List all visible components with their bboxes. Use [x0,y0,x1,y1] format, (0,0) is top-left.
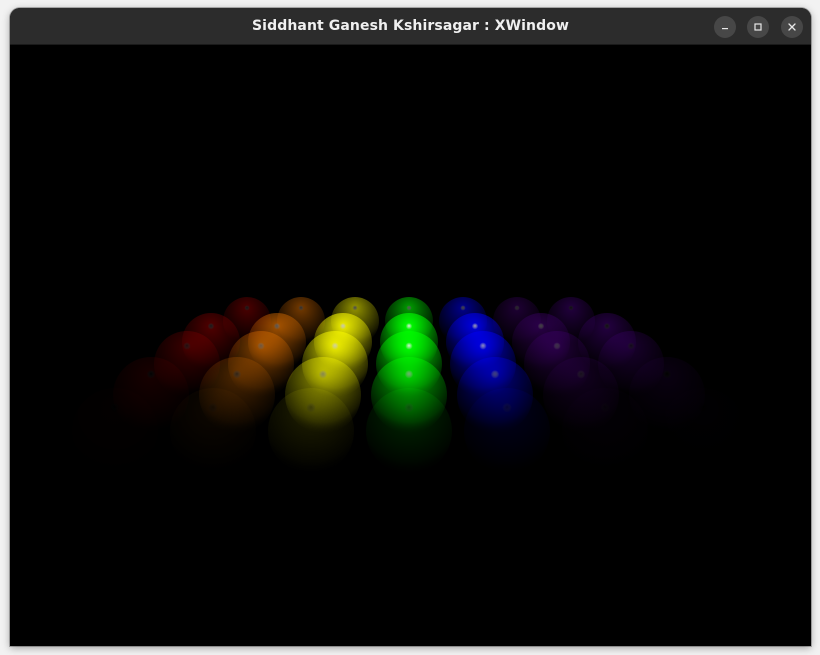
sphere [366,388,452,474]
maximize-button[interactable] [747,16,769,38]
minimize-button[interactable] [714,16,736,38]
app-window: Siddhant Ganesh Kshirsagar : XWindow [10,8,811,646]
window-title: Siddhant Ganesh Kshirsagar : XWindow [252,18,569,34]
minimize-icon [720,22,730,32]
title-bar[interactable]: Siddhant Ganesh Kshirsagar : XWindow [10,8,811,45]
sphere [562,388,648,474]
sphere [268,388,354,474]
sphere [464,388,550,474]
sphere [72,388,158,474]
sphere-scene [10,45,811,646]
sphere [660,388,746,474]
close-button[interactable] [781,16,803,38]
sphere [170,388,256,474]
render-canvas[interactable] [10,45,811,646]
close-icon [787,22,797,32]
maximize-icon [753,22,763,32]
